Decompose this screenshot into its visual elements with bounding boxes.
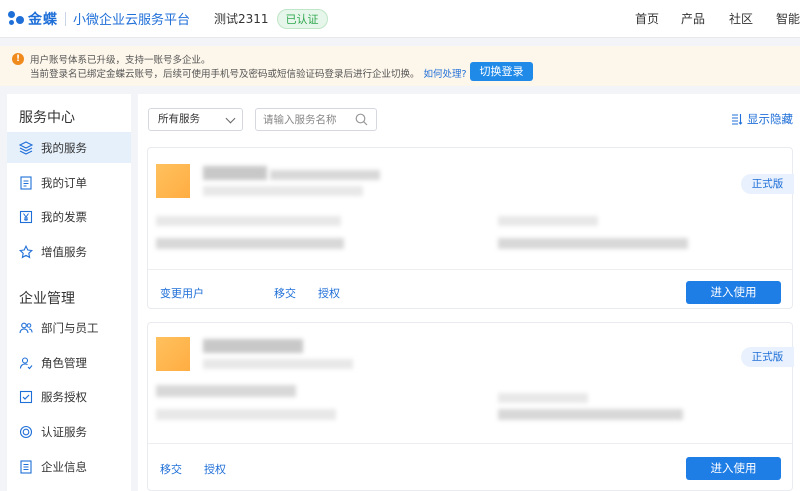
section-title-enterprise-management: 企业管理 [19, 291, 75, 307]
info-redacted [498, 238, 688, 249]
card-divider [148, 269, 792, 270]
nav-home[interactable]: 首页 [635, 10, 659, 27]
platform-name: 小微企业云服务平台 [73, 13, 191, 28]
info-icon [19, 459, 33, 474]
nav-products[interactable]: 产品 [681, 10, 705, 27]
transfer-link[interactable]: 移交 [160, 461, 182, 477]
edition-badge: 正式版 [741, 174, 794, 194]
info-redacted [498, 216, 598, 226]
sidebar-item-label: 部门与员工 [41, 320, 99, 335]
service-name-redacted [270, 170, 380, 180]
search-icon[interactable] [355, 113, 368, 126]
logo-divider [65, 11, 66, 26]
layers-icon [19, 140, 33, 155]
brand-logo[interactable]: 金蝶 小微企业云服务平台 [8, 9, 190, 29]
sidebar-item-certification[interactable]: 认证服务 [7, 416, 131, 447]
info-redacted [156, 216, 341, 226]
sidebar-item-label: 我的服务 [41, 140, 87, 155]
service-logo [156, 337, 190, 371]
info-redacted [498, 409, 683, 420]
star-icon [19, 244, 33, 259]
nav-community[interactable]: 社区 [729, 10, 753, 27]
service-card: 正式版 变更用户 移交 授权 进入使用 [147, 147, 794, 309]
main-panel: 所有服务 显示隐藏 正式版 变更用户 移交 授权 进入使用 正式版 [138, 94, 800, 491]
section-title-service-center: 服务中心 [19, 110, 75, 126]
authorize-link[interactable]: 授权 [204, 461, 226, 477]
service-name-redacted [203, 166, 267, 180]
service-card: 正式版 移交 授权 进入使用 [147, 322, 794, 491]
show-hidden-label: 显示隐藏 [747, 112, 793, 126]
sidebar-item-departments[interactable]: 部门与员工 [7, 312, 131, 343]
sidebar-item-label: 角色管理 [41, 355, 87, 370]
sidebar-item-label: 增值服务 [41, 244, 87, 259]
edition-badge: 正式版 [741, 347, 794, 367]
sidebar-item-label: 企业信息 [41, 459, 87, 474]
sidebar-item-my-invoices[interactable]: 我的发票 [7, 201, 131, 232]
logo-text: 金蝶 [28, 11, 58, 28]
sidebar-item-label: 我的订单 [41, 175, 87, 190]
switch-login-button[interactable]: 切换登录 [470, 62, 533, 81]
authorize-link[interactable]: 授权 [318, 285, 340, 301]
service-filter-select[interactable]: 所有服务 [148, 108, 243, 131]
chevron-down-icon [225, 113, 236, 124]
sidebar-item-my-services[interactable]: 我的服务 [7, 132, 131, 163]
list-toggle-icon [732, 114, 743, 125]
authorize-icon [19, 390, 33, 404]
nav-smart[interactable]: 智能 [776, 10, 800, 27]
service-logo [156, 164, 190, 198]
sidebar-item-my-orders[interactable]: 我的订单 [7, 167, 131, 198]
info-redacted [156, 385, 296, 397]
users-icon [19, 321, 33, 335]
info-redacted [498, 393, 588, 403]
enter-service-button[interactable]: 进入使用 [686, 281, 781, 304]
service-search[interactable] [255, 108, 377, 131]
card-divider [148, 443, 792, 444]
certify-icon [19, 425, 33, 439]
document-icon [19, 175, 33, 190]
tenant-name[interactable]: 测试2311 [214, 10, 269, 27]
service-meta-redacted [203, 359, 353, 369]
select-value: 所有服务 [158, 113, 200, 125]
info-redacted [156, 409, 336, 420]
account-upgrade-notice: ! 用户账号体系已升级，支持一账号多企业。 当前登录名已绑定金蝶云账号，后续可使… [0, 46, 800, 86]
notice-line-1: 用户账号体系已升级，支持一账号多企业。 [30, 55, 211, 66]
sidebar-item-label: 我的发票 [41, 209, 87, 224]
info-redacted [156, 238, 344, 249]
search-input[interactable] [256, 109, 351, 130]
change-user-link[interactable]: 变更用户 [160, 285, 204, 301]
verified-badge: 已认证 [276, 8, 328, 29]
sidebar-item-service-authorization[interactable]: 服务授权 [7, 381, 131, 412]
role-icon [19, 356, 33, 370]
exclamation-icon: ! [12, 53, 24, 65]
help-link[interactable]: 如何处理? [424, 69, 467, 80]
sidebar-item-value-added[interactable]: 增值服务 [7, 236, 131, 267]
transfer-link[interactable]: 移交 [274, 285, 296, 301]
sidebar-item-roles[interactable]: 角色管理 [7, 347, 131, 378]
notice-line-2-text: 当前登录名已绑定金蝶云账号，后续可使用手机号及密码或短信验证码登录后进行企业切换… [30, 69, 420, 80]
sidebar-item-label: 服务授权 [41, 389, 87, 404]
yuan-icon [19, 210, 33, 224]
show-hidden-toggle[interactable]: 显示隐藏 [731, 111, 793, 127]
notice-line-2: 当前登录名已绑定金蝶云账号，后续可使用手机号及密码或短信验证码登录后进行企业切换… [30, 66, 467, 80]
sidebar: 服务中心 我的服务 我的订单 我的发票 增值服务 企业管理 部门与员工 角色管理… [7, 94, 131, 491]
sidebar-item-label: 认证服务 [41, 424, 87, 439]
sidebar-item-enterprise-info[interactable]: 企业信息 [7, 451, 131, 482]
kingdee-logo-icon [8, 10, 24, 27]
top-navbar: 金蝶 小微企业云服务平台 测试2311 已认证 首页 产品 社区 智能 [0, 0, 800, 38]
enter-service-button[interactable]: 进入使用 [686, 457, 781, 480]
service-meta-redacted [203, 186, 363, 196]
service-name-redacted [203, 339, 303, 353]
